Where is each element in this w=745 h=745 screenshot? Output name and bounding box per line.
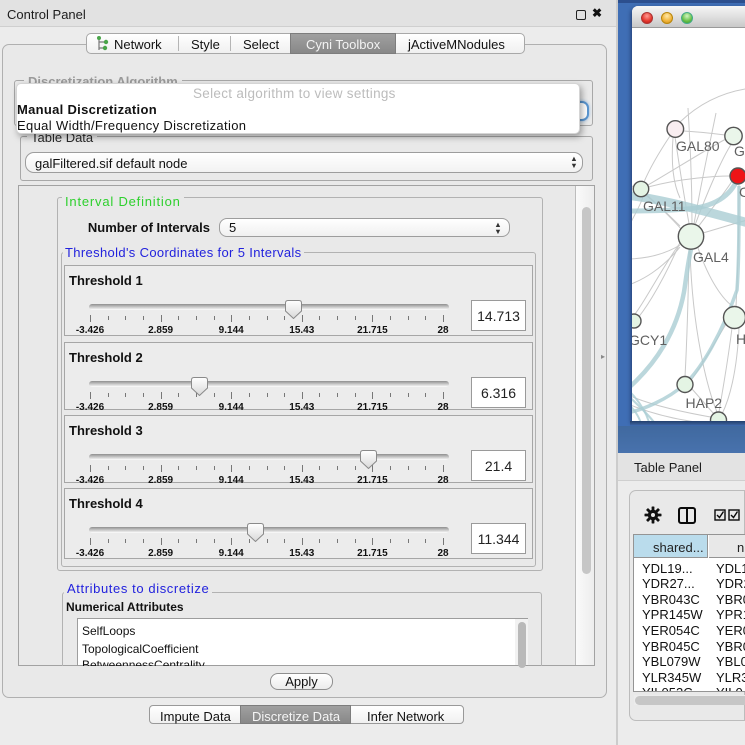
- svg-text:GAL4: GAL4: [693, 249, 729, 265]
- svg-text:GCY1: GCY1: [632, 332, 667, 348]
- svg-text:C: C: [739, 184, 745, 200]
- svg-text:HAP2: HAP2: [686, 395, 723, 411]
- svg-text:GA: GA: [734, 143, 745, 159]
- svg-text:H: H: [736, 331, 745, 347]
- svg-text:GAL80: GAL80: [676, 138, 720, 154]
- svg-text:GAL11: GAL11: [643, 198, 686, 214]
